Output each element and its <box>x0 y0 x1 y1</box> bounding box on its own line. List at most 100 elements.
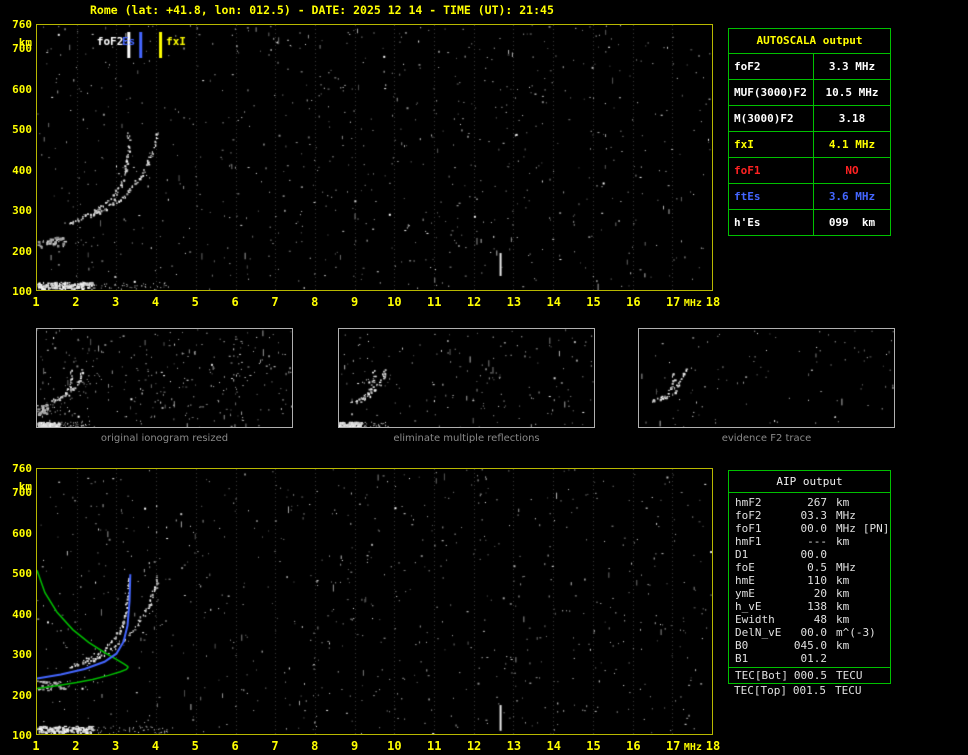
parameter-label: foE <box>735 561 755 574</box>
autoscala-app-window: Rome (lat: +41.8, lon: 012.5) - DATE: 20… <box>0 0 968 755</box>
x-axis-tick-label: 9 <box>350 739 359 753</box>
parameter-value: 3.6 MHz <box>813 184 890 209</box>
y-axis-tick-label: 600 <box>12 82 32 96</box>
x-axis-tick-label: 17 <box>665 295 681 309</box>
thumbnail-caption-f2trace: evidence F2 trace <box>721 433 812 444</box>
x-axis-tick-label: 14 <box>546 739 561 753</box>
parameter-value: 00.0 <box>800 626 828 639</box>
parameter-value: 110 <box>807 574 827 587</box>
aip-row-hmf2: hmF2 267 km <box>729 496 890 509</box>
x-axis-tick-label: 9 <box>350 295 359 309</box>
y-axis-tick-label: 760 <box>12 18 32 31</box>
aip-row-ewidth: Ewidth 48 km <box>729 613 890 626</box>
y-axis-tick-label: 200 <box>12 688 32 702</box>
parameter-value: 045.0 <box>793 639 827 652</box>
autoscala-row-muf3000f2: MUF(3000)F2 10.5 MHz <box>729 79 890 105</box>
parameter-value: 000.5 <box>793 669 827 682</box>
parameter-unit <box>827 548 836 561</box>
aip-row-hmf1: hmF1 --- km <box>729 535 890 548</box>
parameter-unit: MHz <box>836 561 856 574</box>
parameter-value: 10.5 MHz <box>813 80 890 105</box>
aip-tec-bottom-container: TEC[Bot] 000.5 TECU <box>729 668 890 683</box>
parameter-label: fxI <box>734 138 754 151</box>
y-axis-tick-label: 100 <box>12 285 32 298</box>
aip-row-fof1: foF1 00.0 MHz [PN] <box>729 522 890 535</box>
aip-row-b1: B1 01.2 <box>729 652 890 665</box>
x-axis-tick-label: 18 <box>705 295 721 309</box>
aip-row-hve: h_vE 138 km <box>729 600 890 613</box>
parameter-value: 01.2 <box>800 652 828 665</box>
parameter-value: --- <box>807 535 827 548</box>
x-axis-tick-label: 14 <box>546 295 561 309</box>
x-axis-tick-label: 8 <box>311 295 319 309</box>
x-axis-tick-label: 16 <box>626 295 641 309</box>
x-axis-tick-label: 7 <box>271 295 279 309</box>
parameter-value: 099 km <box>813 210 890 235</box>
aip-row-d1: D1 00.0 <box>729 548 890 561</box>
parameter-value: 3.18 <box>813 106 890 131</box>
thumbnail-multiples-removed <box>338 328 595 428</box>
parameter-note: [PN] <box>862 522 890 535</box>
x-axis-tick-label: 13 <box>506 295 522 309</box>
parameter-unit: m^(-3) <box>836 626 876 639</box>
parameter-unit: km <box>836 535 850 548</box>
x-axis-tick-label: 6 <box>231 739 239 753</box>
autoscala-row-hes: h'Es 099 km <box>729 209 890 235</box>
parameter-unit: km <box>836 613 850 626</box>
y-axis-tick-label: 400 <box>12 607 32 621</box>
thumbnail-caption-original: original ionogram resized <box>100 433 229 444</box>
y-axis-tick-label: 100 <box>12 729 32 742</box>
x-axis-tick-label: 18 <box>705 739 721 753</box>
thumbnail-canvas-f2-trace <box>639 329 894 427</box>
parameter-value: 138 <box>807 600 827 613</box>
parameter-value: 3.3 MHz <box>813 54 890 79</box>
parameter-label: B1 <box>735 652 749 665</box>
x-axis-tick-label: 1 <box>32 739 40 753</box>
autoscala-row-fxi: fxI 4.1 MHz <box>729 131 890 157</box>
x-axis-tick-label: 2 <box>72 295 80 309</box>
parameter-unit: km <box>836 587 850 600</box>
thumbnail-caption-multiples: eliminate multiple reflections <box>393 433 540 444</box>
parameter-label: DelN_vE <box>735 626 782 639</box>
parameter-unit: km <box>836 574 850 587</box>
parameter-label: h_vE <box>735 600 762 613</box>
y-axis-tick-label: 300 <box>12 648 32 662</box>
aip-panel-title: AIP output <box>729 471 890 493</box>
aip-row-tectop: TEC[Top] 001.5 TECU <box>728 684 891 697</box>
y-axis-tick-label: 400 <box>12 163 32 177</box>
parameter-label: hmE <box>735 574 755 587</box>
parameter-unit: km <box>836 639 850 652</box>
y-axis-unit-label: km <box>18 36 32 49</box>
y-axis-tick-label: 700 <box>12 42 32 56</box>
y-axis-tick-label: 760 <box>12 462 32 475</box>
x-axis-tick-label: 2 <box>72 739 80 753</box>
parameter-unit: MHz <box>836 509 856 522</box>
parameter-value: 0.5 <box>807 561 827 574</box>
aip-row-foe: foE 0.5 MHz <box>729 561 890 574</box>
parameter-label: B0 <box>735 639 749 652</box>
x-axis-tick-label: 4 <box>151 295 160 309</box>
aip-row-tecbot: TEC[Bot] 000.5 TECU <box>729 669 890 682</box>
autoscala-rows: foF2 3.3 MHz MUF(3000)F2 10.5 MHz M(3000)F2 3… <box>729 53 890 235</box>
ionogram-plot-bottom <box>36 468 713 735</box>
ionogram-canvas-bottom <box>37 469 712 734</box>
autoscala-output-panel: AUTOSCALA output foF2 3.3 MHz MUF(3000)F2 1… <box>728 28 891 236</box>
parameter-label: foF1 <box>734 164 761 177</box>
x-axis-tick-label: 11 <box>427 739 442 753</box>
x-axis-tick-label: 1 <box>32 295 40 309</box>
parameter-unit: km <box>836 600 850 613</box>
parameter-label: foF1 <box>735 522 762 535</box>
x-axis-tick-label: 15 <box>586 295 601 309</box>
parameter-value: NO <box>813 158 890 183</box>
parameter-value: 4.1 MHz <box>813 132 890 157</box>
thumbnail-canvas-multiples-removed <box>339 329 594 427</box>
x-axis-tick-label: 16 <box>626 739 641 753</box>
thumbnail-f2-trace <box>638 328 895 428</box>
aip-row-delnve: DelN_vE 00.0 m^(-3) <box>729 626 890 639</box>
parameter-value: 00.0 <box>800 548 828 561</box>
x-axis-tick-label: 7 <box>271 739 279 753</box>
x-axis-tick-label: 15 <box>586 739 601 753</box>
thumbnail-original-ionogram <box>36 328 293 428</box>
aip-output-panel: AIP output hmF2 267 km foF2 03.3 MHz foF1 00.0 M… <box>728 470 891 684</box>
aip-row-fof2: foF2 03.3 MHz <box>729 509 890 522</box>
